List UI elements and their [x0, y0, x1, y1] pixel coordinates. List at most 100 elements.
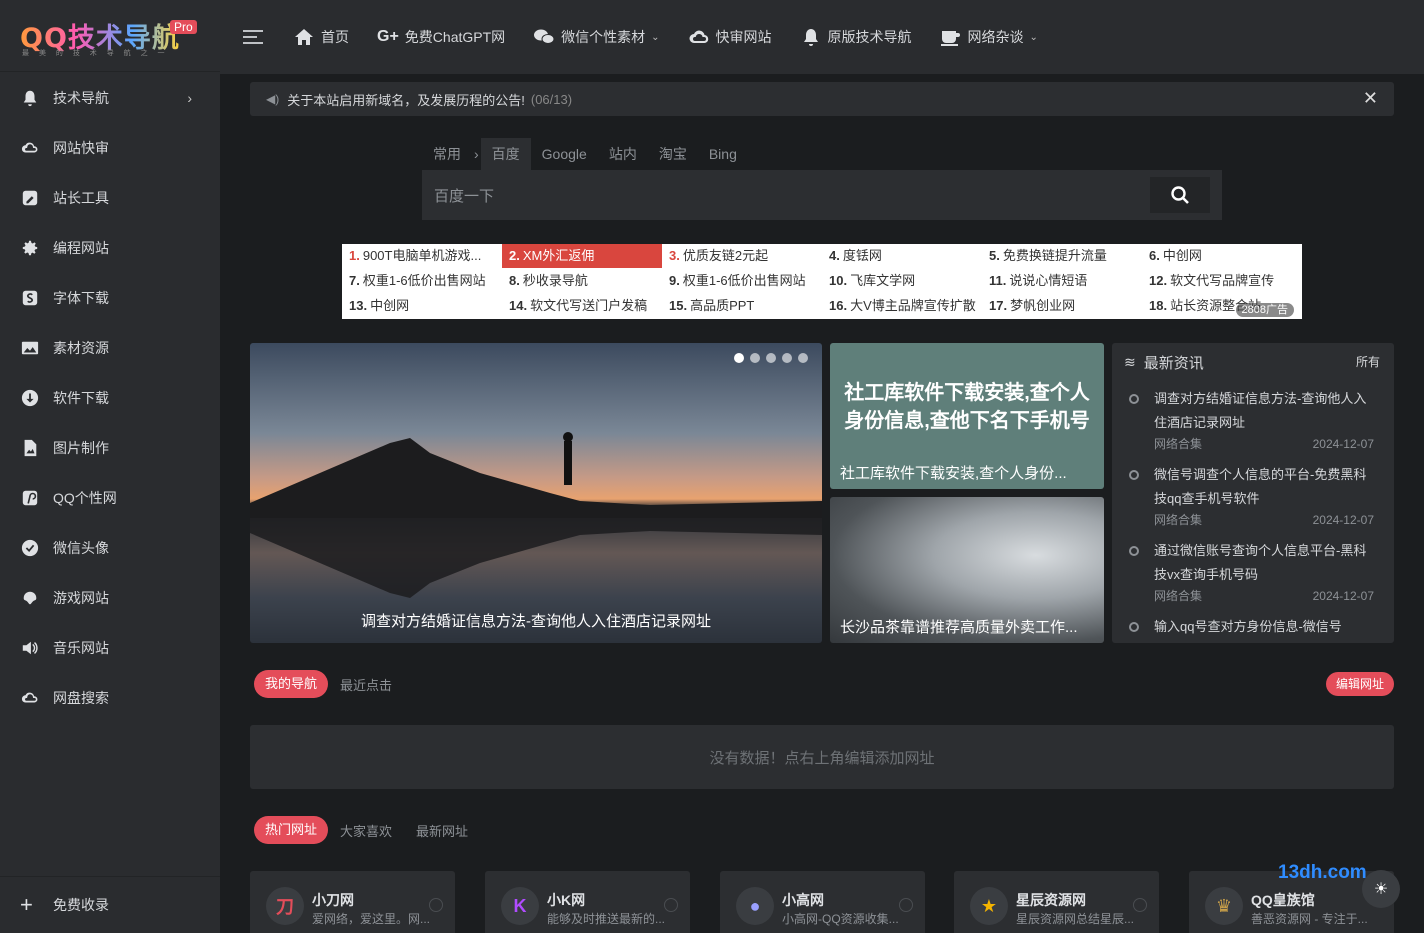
sidebar-item-games[interactable]: 游戏网站 — [0, 578, 220, 618]
ad-link[interactable]: 2. XM外汇返佣 — [502, 244, 662, 268]
sidebar-item-music[interactable]: 音乐网站 — [0, 628, 220, 668]
ad-link[interactable]: 17. 梦帆创业网 — [982, 294, 1142, 318]
tools-icon — [20, 188, 40, 208]
tab-common[interactable]: 常用 — [422, 138, 472, 170]
featured-card[interactable]: 社工库软件下载安装,查个人身份信息,查他下名下手机号 社工库软件下载安装,查个人… — [830, 343, 1104, 489]
news-item[interactable]: 通过微信账号查询个人信息平台-黑科技vx查询手机号码 网络合集 2024-12-0… — [1129, 539, 1374, 605]
sidebar-item-site-review[interactable]: 网站快审 — [0, 128, 220, 168]
logo[interactable]: QQ技术导航 Pro 最 美 的 技 术 导 航 之 一 — [0, 0, 220, 72]
site-card[interactable]: ● 小高网 小高网-QQ资源收集... — [720, 871, 925, 933]
arrow-right-icon[interactable] — [899, 898, 913, 912]
carousel-dot[interactable] — [782, 353, 792, 363]
ad-link[interactable]: 8. 秒收录导航 — [502, 269, 662, 293]
news-item-category: 网络合集 — [1154, 589, 1203, 603]
search-button[interactable] — [1150, 177, 1210, 213]
featured-card-caption[interactable]: 长沙品茶靠谱推荐高质量外卖工作... — [840, 616, 1094, 637]
ad-link[interactable]: 4. 度铥网 — [822, 244, 982, 268]
volume-icon — [20, 638, 40, 658]
site-card[interactable]: ★ 星辰资源网 星辰资源网总结星辰... — [954, 871, 1159, 933]
news-item-title[interactable]: 通过微信账号查询个人信息平台-黑科技vx查询手机号码 — [1154, 539, 1374, 587]
sidebar-item-materials[interactable]: 素材资源 — [0, 328, 220, 368]
carousel-title[interactable]: 调查对方结婚证信息方法-查询他人入住酒店记录网址 — [250, 610, 822, 631]
tab-newest[interactable]: 最新网址 — [416, 821, 468, 840]
news-item[interactable]: 输入qq号查对方身份信息-微信号 — [1129, 615, 1374, 639]
featured-card-caption[interactable]: 社工库软件下载安装,查个人身份... — [840, 462, 1094, 483]
sidebar-item-fonts[interactable]: 字体下载 — [0, 278, 220, 318]
nav-original-nav[interactable]: 原版技术导航 — [800, 27, 912, 47]
sidebar-item-software[interactable]: 软件下载 — [0, 378, 220, 418]
ad-link[interactable]: 9. 权重1-6低价出售网站 — [662, 269, 822, 293]
ad-link[interactable]: 6. 中创网 — [1142, 244, 1302, 268]
tab-recent-clicks[interactable]: 最近点击 — [340, 675, 392, 694]
announcement-text[interactable]: 关于本站启用新域名，及发展历程的公告! — [287, 90, 525, 109]
sidebar-item-cloud-search[interactable]: 网盘搜索 — [0, 678, 220, 718]
search-input[interactable]: 百度一下 — [422, 170, 1222, 220]
news-item[interactable]: 调查对方结婚证信息方法-查询他人入住酒店记录网址 网络合集 2024-12-07 — [1129, 387, 1374, 453]
nav-chatgpt[interactable]: G+ 免费ChatGPT网 — [377, 27, 505, 47]
sidebar-item-qq-style[interactable]: QQ个性网 — [0, 478, 220, 518]
sidebar-item-label: 微信头像 — [53, 540, 109, 556]
carousel-dot[interactable] — [750, 353, 760, 363]
announcement-bar[interactable]: ◀) 关于本站启用新域名，及发展历程的公告! (06/13) ✕ — [250, 82, 1394, 116]
sidebar-item-label: 技术导航 — [53, 90, 109, 106]
site-name: 小刀网 — [312, 892, 354, 908]
arrow-right-icon[interactable] — [429, 898, 443, 912]
carousel-dot[interactable] — [734, 353, 744, 363]
tab-hot-sites[interactable]: 热门网址 — [254, 816, 329, 844]
news-item-title[interactable]: 微信号调查个人信息的平台-免费黑科技qq查手机号软件 — [1154, 463, 1374, 511]
ad-link[interactable]: 16. 大V博主品牌宣传扩散 — [822, 294, 982, 318]
tab-my-nav[interactable]: 我的导航 — [254, 670, 329, 698]
ad-link[interactable]: 15. 高品质PPT — [662, 294, 822, 318]
tab-popular[interactable]: 大家喜欢 — [340, 821, 392, 840]
tab-google[interactable]: Google — [531, 138, 598, 170]
nav-quick-review[interactable]: 快审网站 — [688, 27, 772, 47]
site-logo: 刀 — [266, 887, 304, 925]
site-card[interactable]: K 小K网 能够及时推送最新的... — [485, 871, 690, 933]
ad-link[interactable]: 3. 优质友链2元起 — [662, 244, 822, 268]
nav-wechat-materials[interactable]: 微信个性素材 ⌄ — [533, 27, 660, 47]
news-item-title[interactable]: 输入qq号查对方身份信息-微信号 — [1154, 615, 1374, 639]
edit-sites-button[interactable]: 编辑网址 — [1326, 672, 1395, 696]
site-card[interactable]: 刀 小刀网 爱网络，爱这里。网... — [250, 871, 455, 933]
arrow-right-icon[interactable] — [1133, 898, 1147, 912]
ad-link[interactable]: 13. 中创网 — [342, 294, 502, 318]
nav-network-talk[interactable]: 网络杂谈 ⌄ — [940, 27, 1038, 47]
ad-link-number: 6. — [1149, 248, 1160, 263]
ad-link[interactable]: 11. 说说心情短语 — [982, 269, 1142, 293]
carousel-dot[interactable] — [798, 353, 808, 363]
sidebar-item-image-making[interactable]: 图片制作 — [0, 428, 220, 468]
free-submit-button[interactable]: + 免费收录 — [0, 876, 220, 933]
bell-icon — [803, 29, 818, 46]
site-name: 小K网 — [547, 892, 586, 908]
ad-link[interactable]: 14. 软文代写送门户发稿 — [502, 294, 662, 318]
tab-bing[interactable]: Bing — [698, 138, 748, 170]
sidebar-item-webmaster-tools[interactable]: 站长工具 — [0, 178, 220, 218]
news-item[interactable]: 微信号调查个人信息的平台-免费黑科技qq查手机号软件 网络合集 2024-12-0… — [1129, 463, 1374, 529]
ad-link-text: 软文代写品牌宣传 — [1170, 273, 1275, 288]
carousel-dot[interactable] — [766, 353, 776, 363]
ad-link[interactable]: 5. 免费换链提升流量 — [982, 244, 1142, 268]
news-item-title[interactable]: 调查对方结婚证信息方法-查询他人入住酒店记录网址 — [1154, 387, 1374, 435]
arrow-right-icon[interactable] — [664, 898, 678, 912]
ad-link[interactable]: 1. 900T电脑单机游戏... — [342, 244, 502, 268]
ad-link[interactable]: 12. 软文代写品牌宣传 — [1142, 269, 1302, 293]
carousel[interactable]: 调查对方结婚证信息方法-查询他人入住酒店记录网址 — [250, 343, 822, 643]
sidebar-item-programming[interactable]: 编程网站 — [0, 228, 220, 268]
tab-site[interactable]: 站内 — [598, 138, 648, 170]
sidebar-item-tech-nav[interactable]: 技术导航 › — [0, 78, 220, 118]
news-more-link[interactable]: 所有 — [1356, 353, 1380, 370]
nav-home[interactable]: 首页 — [293, 27, 349, 47]
close-icon[interactable]: ✕ — [1363, 88, 1378, 109]
tab-taobao[interactable]: 淘宝 — [648, 138, 698, 170]
ad-link[interactable]: 10. 飞库文学网 — [822, 269, 982, 293]
menu-toggle-icon[interactable] — [243, 26, 263, 48]
ad-link-text: 中创网 — [370, 298, 410, 313]
theme-toggle-button[interactable]: ☀ — [1362, 870, 1400, 908]
ad-link[interactable]: 7. 权重1-6低价出售网站 — [342, 269, 502, 293]
ad-link-number: 14. — [509, 298, 528, 313]
site-desc: 星辰资源网总结星辰... — [1016, 912, 1135, 926]
featured-card[interactable]: 长沙品茶靠谱推荐高质量外卖工作... — [830, 497, 1104, 643]
ad-link-text: 900T电脑单机游戏... — [362, 248, 482, 263]
tab-baidu[interactable]: 百度 — [480, 138, 531, 170]
sidebar-item-wechat-avatar[interactable]: 微信头像 — [0, 528, 220, 568]
